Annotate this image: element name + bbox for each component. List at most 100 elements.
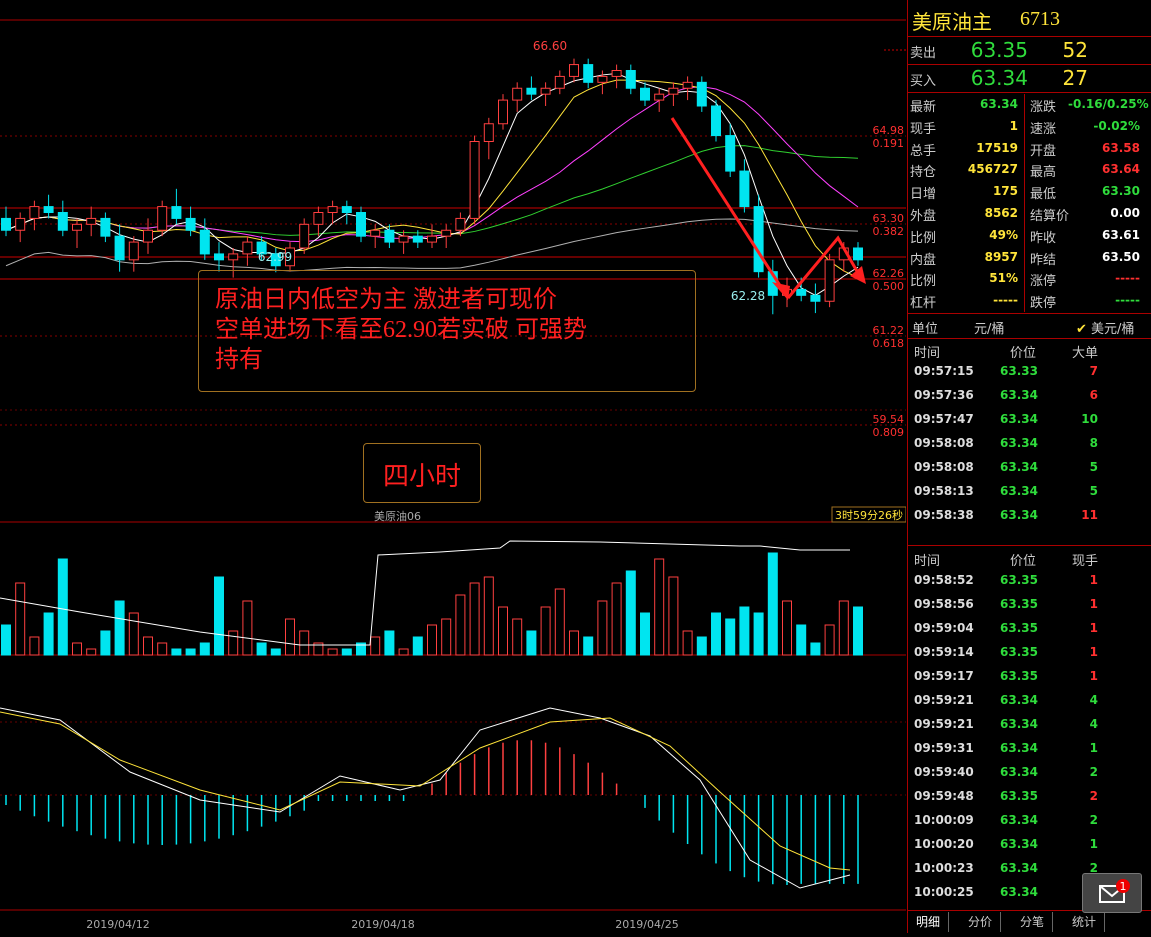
volume-bar bbox=[412, 636, 423, 656]
buy-volume: 27 bbox=[1062, 66, 1088, 90]
candle-body bbox=[427, 235, 437, 243]
candle-body bbox=[498, 99, 508, 125]
contract-name: 美原油主 bbox=[912, 10, 992, 34]
tab-detail[interactable]: 明细 bbox=[908, 912, 949, 932]
volume-bar bbox=[668, 576, 679, 656]
volume-bar bbox=[384, 630, 395, 656]
trade-price: 63.34 bbox=[1000, 741, 1038, 755]
tick-row[interactable]: 09:59:14 63.35 1 bbox=[908, 645, 1151, 665]
volume-bar bbox=[285, 618, 295, 656]
candle-body bbox=[72, 223, 82, 231]
volume-bar bbox=[256, 642, 267, 656]
trade-time: 10:00:09 bbox=[914, 813, 974, 827]
candle-body bbox=[583, 64, 594, 83]
big-trade-row[interactable]: 09:57:15 63.33 7 bbox=[908, 364, 1151, 384]
contract-title-bar[interactable]: 美原油主 6713 bbox=[908, 0, 1151, 36]
quote-value: 8957 bbox=[984, 249, 1018, 264]
big-trade-row[interactable]: 09:58:08 63.34 5 bbox=[908, 460, 1151, 480]
candle-body bbox=[483, 123, 494, 142]
quote-value: ----- bbox=[1115, 271, 1140, 286]
volume-bar bbox=[838, 600, 849, 656]
quote-row: 外盘 8562 结算价 0.00 bbox=[908, 203, 1151, 224]
candle-body bbox=[214, 253, 224, 261]
quote-value: 0.00 bbox=[1110, 206, 1140, 220]
tick-row[interactable]: 10:00:09 63.34 2 bbox=[908, 813, 1151, 833]
big-trade-row[interactable]: 09:57:47 63.34 10 bbox=[908, 412, 1151, 432]
candle-body bbox=[228, 253, 239, 261]
volume-bar bbox=[696, 636, 707, 656]
big-trade-row[interactable]: 09:57:36 63.34 6 bbox=[908, 388, 1151, 408]
trade-size: 1 bbox=[1089, 741, 1098, 755]
trade-time: 09:59:21 bbox=[914, 693, 974, 707]
volume-bar bbox=[427, 624, 437, 656]
quote-value: 1 bbox=[1009, 118, 1018, 133]
tab-ticks[interactable]: 分笔 bbox=[1012, 912, 1053, 932]
quote-label: 速涨 bbox=[1030, 121, 1057, 137]
bid-row[interactable]: 买入 63.34 27 bbox=[908, 66, 1151, 92]
quote-label: 昨结 bbox=[1030, 252, 1057, 268]
unit-row[interactable]: 单位 元/桶 ✔ 美元/桶 bbox=[908, 315, 1151, 337]
candle-body bbox=[199, 229, 210, 255]
quote-label: 结算价 bbox=[1030, 209, 1070, 224]
trade-time: 09:59:14 bbox=[914, 645, 974, 659]
trade-price: 63.34 bbox=[1000, 388, 1038, 402]
quote-row: 最新 63.34 涨跌 -0.16/0.25% bbox=[908, 94, 1151, 115]
trade-time: 09:58:13 bbox=[914, 484, 974, 498]
unit-option[interactable]: ✔ 美元/桶 bbox=[1076, 318, 1134, 337]
candle-body bbox=[114, 235, 125, 261]
volume-bar bbox=[128, 612, 139, 656]
trade-time: 10:00:25 bbox=[914, 885, 974, 899]
ask-row[interactable]: 卖出 63.35 52 bbox=[908, 38, 1151, 64]
quote-row: 现手 1 速涨 -0.02% bbox=[908, 116, 1151, 137]
candle-body bbox=[143, 229, 153, 243]
volume-bar bbox=[782, 600, 792, 656]
trade-price: 63.34 bbox=[1000, 717, 1038, 731]
volume-bar bbox=[711, 612, 721, 656]
tick-row[interactable]: 09:59:48 63.35 2 bbox=[908, 789, 1151, 809]
volume-bar bbox=[214, 576, 224, 656]
candle-body bbox=[853, 247, 863, 261]
tab-price-dist[interactable]: 分价 bbox=[960, 912, 1001, 932]
volume-bar bbox=[498, 606, 508, 656]
trade-size: 2 bbox=[1089, 813, 1098, 827]
big-trade-row[interactable]: 09:58:13 63.34 5 bbox=[908, 484, 1151, 504]
tick-row[interactable]: 09:59:04 63.35 1 bbox=[908, 621, 1151, 641]
big-trade-row[interactable]: 09:58:38 63.34 11 bbox=[908, 508, 1151, 528]
tick-row[interactable]: 10:00:20 63.34 1 bbox=[908, 837, 1151, 857]
candle-body bbox=[185, 217, 196, 231]
volume-bar bbox=[398, 648, 409, 656]
trade-time: 10:00:20 bbox=[914, 837, 974, 851]
candle-body bbox=[569, 64, 579, 77]
trade-price: 63.34 bbox=[1000, 436, 1038, 450]
chart-area[interactable]: 64.98 0.191 63.30 0.382 62.26 0.500 61.22 0.618… bbox=[0, 0, 907, 933]
tick-row[interactable]: 09:59:21 63.34 4 bbox=[908, 717, 1151, 737]
big-trade-row[interactable]: 09:58:08 63.34 8 bbox=[908, 436, 1151, 456]
tick-row[interactable]: 09:58:56 63.35 1 bbox=[908, 597, 1151, 617]
tab-stats[interactable]: 统计 bbox=[1064, 912, 1105, 932]
candle-body bbox=[725, 135, 736, 172]
trade-price: 63.35 bbox=[1000, 669, 1038, 683]
trade-price: 63.34 bbox=[1000, 885, 1038, 899]
candle-body bbox=[597, 75, 608, 83]
message-button[interactable]: 1 bbox=[1082, 873, 1142, 913]
quote-value: 63.50 bbox=[1102, 249, 1140, 264]
volume-bar bbox=[796, 624, 807, 656]
period-box: 四小时 bbox=[363, 443, 481, 503]
volume-bar bbox=[483, 576, 494, 656]
candle-body bbox=[526, 87, 537, 95]
tick-row[interactable]: 09:58:52 63.35 1 bbox=[908, 573, 1151, 593]
big-trades-header: 时间 价位 大单 bbox=[908, 342, 1151, 361]
tick-row[interactable]: 09:59:17 63.35 1 bbox=[908, 669, 1151, 689]
quote-value: 49% bbox=[989, 227, 1018, 242]
tick-row[interactable]: 09:59:40 63.34 2 bbox=[908, 765, 1151, 785]
tick-row[interactable]: 09:59:21 63.34 4 bbox=[908, 693, 1151, 713]
trade-price: 63.34 bbox=[1000, 460, 1038, 474]
mail-icon: 1 bbox=[1099, 879, 1130, 903]
fib-price-label: 62.26 bbox=[873, 267, 905, 280]
candle-body bbox=[242, 241, 253, 255]
candle-body bbox=[327, 206, 338, 213]
candle-body bbox=[29, 206, 40, 219]
sell-label: 卖出 bbox=[910, 46, 937, 61]
candle-body bbox=[796, 288, 807, 296]
tick-row[interactable]: 09:59:31 63.34 1 bbox=[908, 741, 1151, 761]
